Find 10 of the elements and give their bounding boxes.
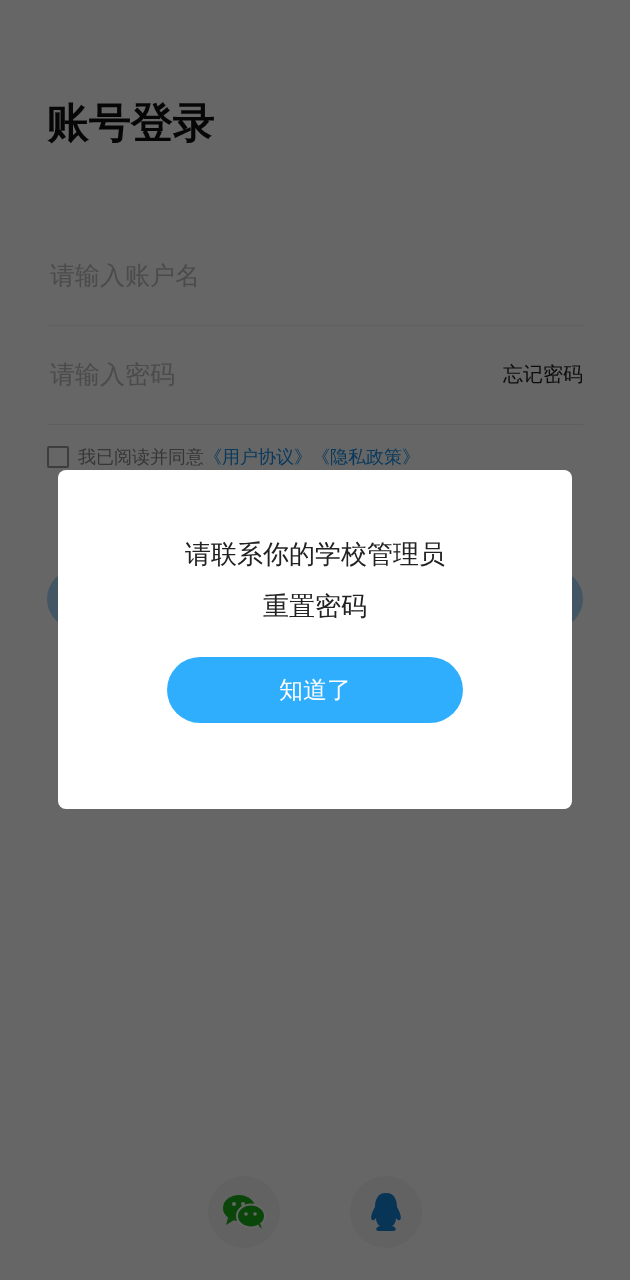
ok-button[interactable]: 知道了 bbox=[167, 657, 463, 723]
dialog-message: 重置密码 bbox=[262, 590, 368, 622]
policy-link[interactable]: 《用户协议》 bbox=[204, 444, 312, 469]
policy-link[interactable]: 《隐私政策》 bbox=[312, 444, 420, 469]
penguin-icon bbox=[368, 1192, 404, 1232]
chat-bubbles-icon bbox=[222, 1194, 266, 1230]
checkbox[interactable] bbox=[47, 445, 69, 468]
dialog-message: 请联系你的学校管理员 bbox=[185, 538, 445, 570]
forgot-password-link[interactable]: 忘记密码 bbox=[503, 361, 583, 389]
page-title: 账号登录 bbox=[47, 97, 216, 149]
